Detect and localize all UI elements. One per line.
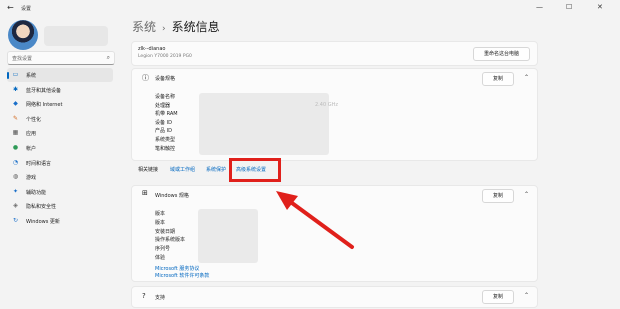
- annotation-arrow: [276, 191, 354, 249]
